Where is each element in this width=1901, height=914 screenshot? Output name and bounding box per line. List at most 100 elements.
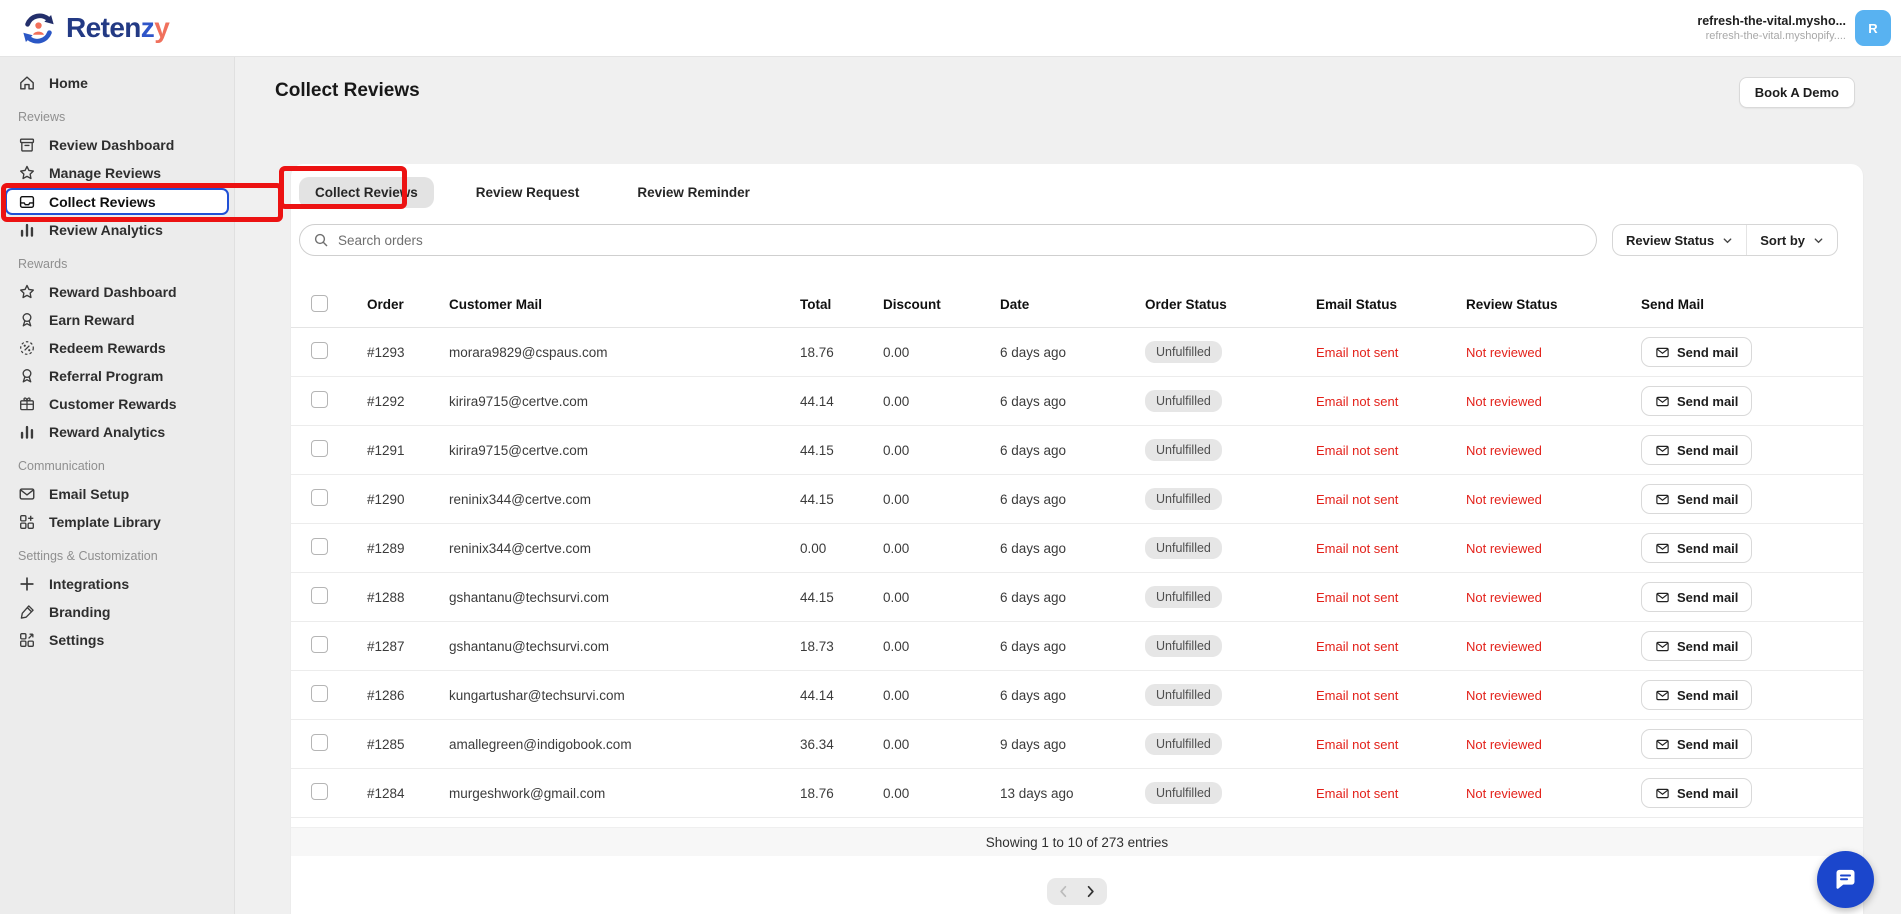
review-status-text: Not reviewed bbox=[1466, 737, 1542, 752]
review-status-text: Not reviewed bbox=[1466, 688, 1542, 703]
cell-order: #1284 bbox=[355, 786, 437, 801]
search-input[interactable] bbox=[299, 224, 1597, 256]
row-checkbox[interactable] bbox=[311, 783, 328, 800]
column-header-email-status: Email Status bbox=[1304, 297, 1454, 312]
send-mail-button[interactable]: Send mail bbox=[1641, 582, 1752, 612]
send-mail-label: Send mail bbox=[1677, 737, 1738, 752]
sidebar-item-settings[interactable]: Settings bbox=[0, 626, 234, 654]
collect-reviews-card: Collect Reviews Review Request Review Remi… bbox=[291, 164, 1863, 914]
review-status-text: Not reviewed bbox=[1466, 541, 1542, 556]
sidebar-item-template-library[interactable]: Template Library bbox=[0, 508, 234, 536]
logo-home-link[interactable]: Retenzy bbox=[20, 10, 169, 47]
table-toolbar: Review Status Sort by bbox=[299, 224, 1838, 256]
table-row-1286: #1286kungartushar@techsurvi.com44.140.00… bbox=[291, 671, 1863, 720]
cell-total: 18.73 bbox=[788, 639, 871, 654]
sidebar-item-email-setup[interactable]: Email Setup bbox=[0, 480, 234, 508]
cell-order: #1293 bbox=[355, 345, 437, 360]
sidebar-item-review-analytics[interactable]: Review Analytics bbox=[0, 216, 234, 244]
bar-chart-icon bbox=[18, 423, 36, 441]
send-mail-button[interactable]: Send mail bbox=[1641, 631, 1752, 661]
tab-collect-reviews[interactable]: Collect Reviews bbox=[299, 177, 434, 208]
cell-order: #1289 bbox=[355, 541, 437, 556]
cell-discount: 0.00 bbox=[871, 394, 988, 409]
envelope-icon bbox=[1655, 541, 1670, 556]
medal-icon bbox=[18, 311, 36, 329]
send-mail-button[interactable]: Send mail bbox=[1641, 680, 1752, 710]
send-mail-button[interactable]: Send mail bbox=[1641, 337, 1752, 367]
review-status-dropdown-label: Review Status bbox=[1626, 233, 1714, 248]
sidebar-item-label: Template Library bbox=[49, 514, 161, 530]
send-mail-button[interactable]: Send mail bbox=[1641, 778, 1752, 808]
select-all-checkbox[interactable] bbox=[311, 295, 328, 312]
row-checkbox[interactable] bbox=[311, 636, 328, 653]
sidebar-item-manage-reviews[interactable]: Manage Reviews bbox=[0, 159, 234, 187]
send-mail-label: Send mail bbox=[1677, 345, 1738, 360]
chat-launcher-button[interactable] bbox=[1817, 851, 1874, 908]
sidebar-item-collect-reviews[interactable]: Collect Reviews bbox=[5, 188, 229, 215]
row-checkbox[interactable] bbox=[311, 587, 328, 604]
cell-order: #1291 bbox=[355, 443, 437, 458]
row-checkbox[interactable] bbox=[311, 342, 328, 359]
tab-review-reminder[interactable]: Review Reminder bbox=[621, 177, 766, 208]
tab-review-request[interactable]: Review Request bbox=[460, 177, 596, 208]
pagination-prev-button[interactable] bbox=[1056, 884, 1071, 899]
sidebar-item-redeem-rewards[interactable]: Redeem Rewards bbox=[0, 334, 234, 362]
sort-by-dropdown[interactable]: Sort by bbox=[1746, 225, 1837, 255]
row-checkbox[interactable] bbox=[311, 538, 328, 555]
table-row-1288: #1288gshantanu@techsurvi.com44.150.006 d… bbox=[291, 573, 1863, 622]
sidebar-item-reward-analytics[interactable]: Reward Analytics bbox=[0, 418, 234, 446]
sidebar-item-home[interactable]: Home bbox=[0, 69, 234, 97]
pagination bbox=[291, 878, 1863, 905]
row-checkbox[interactable] bbox=[311, 734, 328, 751]
sidebar-item-earn-reward[interactable]: Earn Reward bbox=[0, 306, 234, 334]
sidebar-item-label: Home bbox=[49, 75, 88, 91]
email-status-text: Email not sent bbox=[1316, 345, 1398, 360]
row-checkbox[interactable] bbox=[311, 440, 328, 457]
sidebar-item-customer-rewards[interactable]: Customer Rewards bbox=[0, 390, 234, 418]
cell-discount: 0.00 bbox=[871, 639, 988, 654]
send-mail-button[interactable]: Send mail bbox=[1641, 729, 1752, 759]
send-mail-button[interactable]: Send mail bbox=[1641, 533, 1752, 563]
envelope-icon bbox=[1655, 394, 1670, 409]
cell-order: #1290 bbox=[355, 492, 437, 507]
pagination-pill bbox=[1047, 878, 1107, 905]
column-header-send-mail: Send Mail bbox=[1629, 297, 1863, 312]
send-mail-label: Send mail bbox=[1677, 443, 1738, 458]
email-status-text: Email not sent bbox=[1316, 590, 1398, 605]
cell-order: #1292 bbox=[355, 394, 437, 409]
top-bar: Retenzy refresh-the-vital.mysho... refre… bbox=[0, 0, 1901, 57]
table-row-1292: #1292kirira9715@certve.com44.140.006 day… bbox=[291, 377, 1863, 426]
table-row-1293: #1293morara9829@cspaus.com18.760.006 day… bbox=[291, 328, 1863, 377]
sidebar-item-label: Referral Program bbox=[49, 368, 163, 384]
book-a-demo-button[interactable]: Book A Demo bbox=[1739, 77, 1855, 108]
avatar[interactable]: R bbox=[1855, 10, 1891, 46]
sidebar-item-integrations[interactable]: Integrations bbox=[0, 570, 234, 598]
sidebar-item-branding[interactable]: Branding bbox=[0, 598, 234, 626]
row-checkbox[interactable] bbox=[311, 685, 328, 702]
cell-customer-mail: kirira9715@certve.com bbox=[437, 394, 788, 409]
send-mail-button[interactable]: Send mail bbox=[1641, 386, 1752, 416]
review-status-text: Not reviewed bbox=[1466, 443, 1542, 458]
column-header-date: Date bbox=[988, 297, 1133, 312]
send-mail-button[interactable]: Send mail bbox=[1641, 484, 1752, 514]
sidebar-item-referral-program[interactable]: Referral Program bbox=[0, 362, 234, 390]
row-checkbox[interactable] bbox=[311, 391, 328, 408]
send-mail-button[interactable]: Send mail bbox=[1641, 435, 1752, 465]
cell-customer-mail: gshantanu@techsurvi.com bbox=[437, 639, 788, 654]
sidebar-item-review-dashboard[interactable]: Review Dashboard bbox=[0, 131, 234, 159]
cell-customer-mail: murgeshwork@gmail.com bbox=[437, 786, 788, 801]
pagination-next-button[interactable] bbox=[1083, 884, 1098, 899]
order-status-badge: Unfulfilled bbox=[1145, 341, 1222, 363]
sidebar-item-reward-dashboard[interactable]: Reward Dashboard bbox=[0, 278, 234, 306]
row-checkbox[interactable] bbox=[311, 489, 328, 506]
account-menu[interactable]: refresh-the-vital.mysho... refresh-the-v… bbox=[1697, 10, 1891, 46]
envelope-icon bbox=[18, 485, 36, 503]
review-status-dropdown[interactable]: Review Status bbox=[1613, 225, 1746, 255]
sidebar-item-label: Manage Reviews bbox=[49, 165, 161, 181]
sidebar-item-label: Integrations bbox=[49, 576, 129, 592]
email-status-text: Email not sent bbox=[1316, 737, 1398, 752]
table-row-1291: #1291kirira9715@certve.com44.150.006 day… bbox=[291, 426, 1863, 475]
retenzy-logo-icon bbox=[20, 10, 57, 47]
cell-total: 36.34 bbox=[788, 737, 871, 752]
grid-plus-icon bbox=[18, 513, 36, 531]
